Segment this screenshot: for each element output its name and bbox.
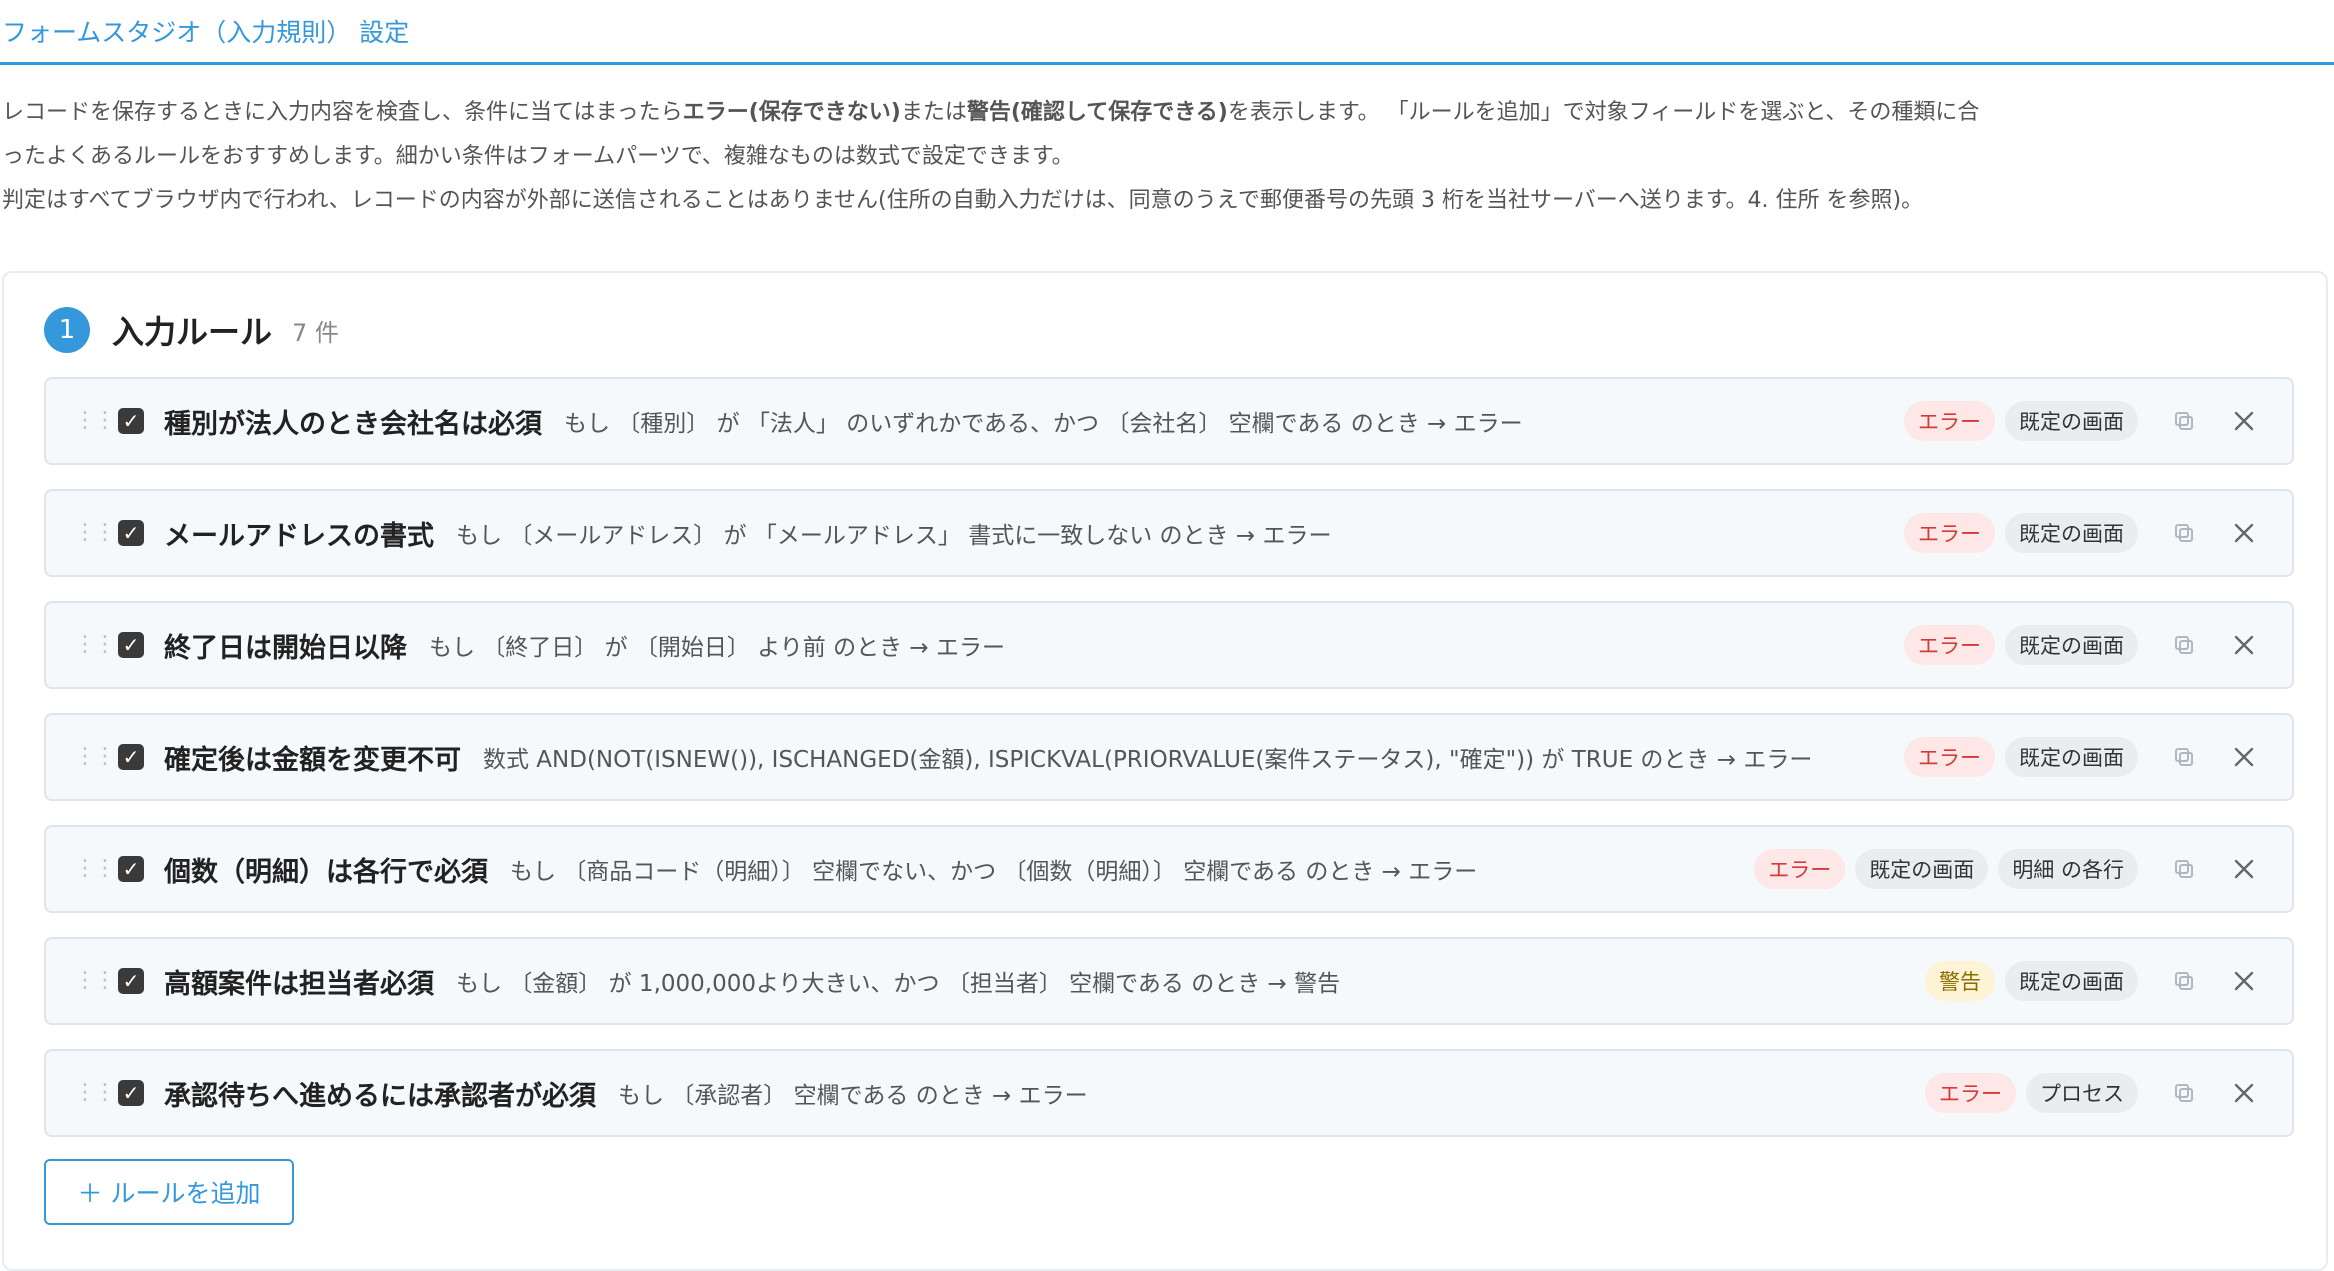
drag-handle-icon[interactable]: ⋮⋮ xyxy=(74,522,116,544)
severity-badge: エラー xyxy=(1904,625,1995,665)
rule-badges: エラー 既定の画面 xyxy=(1894,513,2138,553)
copy-icon[interactable] xyxy=(2164,849,2204,889)
rule-name[interactable]: 個数（明細）は各行で必須 xyxy=(164,850,488,889)
rule-row[interactable]: ⋮⋮ ✓ 種別が法人のとき会社名は必須 もし 〔種別〕 が 「法人」 のいずれか… xyxy=(44,377,2294,465)
rule-list: ⋮⋮ ✓ 種別が法人のとき会社名は必須 もし 〔種別〕 が 「法人」 のいずれか… xyxy=(44,377,2294,1161)
copy-icon[interactable] xyxy=(2164,513,2204,553)
severity-badge: 警告 xyxy=(1925,961,1995,1001)
rule-name[interactable]: メールアドレスの書式 xyxy=(164,514,434,553)
scope-badge: 既定の画面 xyxy=(1855,849,1989,889)
check-icon: ✓ xyxy=(122,745,140,769)
description-text: を表示します。 「ルールを追加」で対象フィールドを選ぶと、その種類に合 xyxy=(1227,100,1980,125)
description-text: レコードを保存するときに入力内容を検査し、条件に当てはまったら xyxy=(2,100,683,125)
rule-badges: エラー プロセス xyxy=(1915,1073,2138,1113)
close-icon[interactable] xyxy=(2222,735,2266,779)
severity-badge: エラー xyxy=(1904,401,1995,441)
rule-badges: エラー 既定の画面 明細 の各行 xyxy=(1744,849,2138,889)
header-bar: フォームスタジオ（入力規則） 設定 xyxy=(0,0,2334,65)
severity-badge: エラー xyxy=(1904,737,1995,777)
rule-enabled-checkbox[interactable]: ✓ xyxy=(118,1080,144,1106)
close-icon[interactable] xyxy=(2222,623,2266,667)
row-scope-badge: 明細 の各行 xyxy=(1998,849,2138,889)
rule-row[interactable]: ⋮⋮ ✓ メールアドレスの書式 もし 〔メールアドレス〕 が 「メールアドレス」… xyxy=(44,489,2294,577)
rule-row[interactable]: ⋮⋮ ✓ 確定後は金額を変更不可 数式 AND(NOT(ISNEW()), IS… xyxy=(44,713,2294,801)
description-error-term: エラー(保存できない) xyxy=(682,100,901,125)
rule-count: 7 件 xyxy=(292,318,339,347)
scope-badge: プロセス xyxy=(2026,1073,2138,1113)
drag-handle-icon[interactable]: ⋮⋮ xyxy=(74,634,116,656)
rule-condition: もし 〔メールアドレス〕 が 「メールアドレス」 書式に一致しない のとき → … xyxy=(456,523,1332,549)
close-icon[interactable] xyxy=(2222,847,2266,891)
add-rule-button[interactable]: ＋ ルールを追加 xyxy=(44,1159,294,1225)
rule-row[interactable]: ⋮⋮ ✓ 個数（明細）は各行で必須 もし 〔商品コード（明細）〕 空欄でない、か… xyxy=(44,825,2294,913)
check-icon: ✓ xyxy=(122,1081,140,1105)
description-text: 判定はすべてブラウザ内で行われ、レコードの内容が外部に送信されることはありません… xyxy=(2,188,1924,213)
rule-row[interactable]: ⋮⋮ ✓ 高額案件は担当者必須 もし 〔金額〕 が 1,000,000より大きい… xyxy=(44,937,2294,1025)
rule-name[interactable]: 種別が法人のとき会社名は必須 xyxy=(164,402,542,441)
rule-badges: エラー 既定の画面 xyxy=(1894,625,2138,665)
drag-handle-icon[interactable]: ⋮⋮ xyxy=(74,858,116,880)
drag-handle-icon[interactable]: ⋮⋮ xyxy=(74,410,116,432)
close-icon[interactable] xyxy=(2222,959,2266,1003)
check-icon: ✓ xyxy=(122,633,140,657)
rule-enabled-checkbox[interactable]: ✓ xyxy=(118,408,144,434)
rule-row[interactable]: ⋮⋮ ✓ 終了日は開始日以降 もし 〔終了日〕 が 〔開始日〕 より前 のとき … xyxy=(44,601,2294,689)
rule-condition: もし 〔承認者〕 空欄である のとき → エラー xyxy=(618,1083,1088,1109)
rule-enabled-checkbox[interactable]: ✓ xyxy=(118,968,144,994)
rules-panel: 1 入力ルール 7 件 ⋮⋮ ✓ 種別が法人のとき会社名は必須 もし 〔種別〕 … xyxy=(2,271,2328,1271)
panel-header: 1 入力ルール 7 件 xyxy=(44,305,339,355)
rule-badges: エラー 既定の画面 xyxy=(1894,401,2138,441)
close-icon[interactable] xyxy=(2222,1071,2266,1115)
rule-enabled-checkbox[interactable]: ✓ xyxy=(118,744,144,770)
rule-condition: もし 〔終了日〕 が 〔開始日〕 より前 のとき → エラー xyxy=(429,635,1005,661)
rule-condition: 数式 AND(NOT(ISNEW()), ISCHANGED(金額), ISPI… xyxy=(483,747,1813,773)
copy-icon[interactable] xyxy=(2164,737,2204,777)
scope-badge: 既定の画面 xyxy=(2005,625,2138,665)
rule-badges: 警告 既定の画面 xyxy=(1915,961,2138,1001)
close-icon[interactable] xyxy=(2222,511,2266,555)
rule-name[interactable]: 確定後は金額を変更不可 xyxy=(164,738,461,777)
rule-enabled-checkbox[interactable]: ✓ xyxy=(118,632,144,658)
check-icon: ✓ xyxy=(122,409,140,433)
drag-handle-icon[interactable]: ⋮⋮ xyxy=(74,1082,116,1104)
rule-badges: エラー 既定の画面 xyxy=(1894,737,2138,777)
check-icon: ✓ xyxy=(122,521,140,545)
scope-badge: 既定の画面 xyxy=(2005,737,2138,777)
rule-condition: もし 〔種別〕 が 「法人」 のいずれかである、かつ 〔会社名〕 空欄である の… xyxy=(564,411,1523,437)
copy-icon[interactable] xyxy=(2164,401,2204,441)
panel-title: 入力ルール xyxy=(112,313,273,351)
scope-badge: 既定の画面 xyxy=(2005,961,2138,1001)
check-icon: ✓ xyxy=(122,857,140,881)
drag-handle-icon[interactable]: ⋮⋮ xyxy=(74,970,116,992)
scope-badge: 既定の画面 xyxy=(2005,401,2138,441)
drag-handle-icon[interactable]: ⋮⋮ xyxy=(74,746,116,768)
rule-name[interactable]: 承認待ちへ進めるには承認者が必須 xyxy=(164,1074,596,1113)
severity-badge: エラー xyxy=(1925,1073,2016,1113)
rule-enabled-checkbox[interactable]: ✓ xyxy=(118,520,144,546)
step-number: 1 xyxy=(44,307,90,353)
check-icon: ✓ xyxy=(122,969,140,993)
description-warning-term: 警告(確認して保存できる) xyxy=(966,100,1228,125)
rule-name[interactable]: 終了日は開始日以降 xyxy=(164,626,407,665)
severity-badge: エラー xyxy=(1754,849,1846,889)
scope-badge: 既定の画面 xyxy=(2005,513,2138,553)
severity-badge: エラー xyxy=(1904,513,1995,553)
rule-condition: もし 〔金額〕 が 1,000,000より大きい、かつ 〔担当者〕 空欄である … xyxy=(456,971,1341,997)
copy-icon[interactable] xyxy=(2164,625,2204,665)
rule-condition: もし 〔商品コード（明細）〕 空欄でない、かつ 〔個数（明細）〕 空欄である の… xyxy=(510,859,1478,885)
close-icon[interactable] xyxy=(2222,399,2266,443)
page-title: フォームスタジオ（入力規則） 設定 xyxy=(2,18,410,47)
rule-row[interactable]: ⋮⋮ ✓ 承認待ちへ進めるには承認者が必須 もし 〔承認者〕 空欄である のとき… xyxy=(44,1049,2294,1137)
copy-icon[interactable] xyxy=(2164,961,2204,1001)
rule-name[interactable]: 高額案件は担当者必須 xyxy=(164,962,434,1001)
copy-icon[interactable] xyxy=(2164,1073,2204,1113)
rule-enabled-checkbox[interactable]: ✓ xyxy=(118,856,144,882)
description-text: または xyxy=(900,100,967,125)
description-text: ったよくあるルールをおすすめします。細かい条件はフォームパーツで、複雑なものは数… xyxy=(2,144,1074,169)
description: レコードを保存するときに入力内容を検査し、条件に当てはまったらエラー(保存できな… xyxy=(0,91,2334,223)
